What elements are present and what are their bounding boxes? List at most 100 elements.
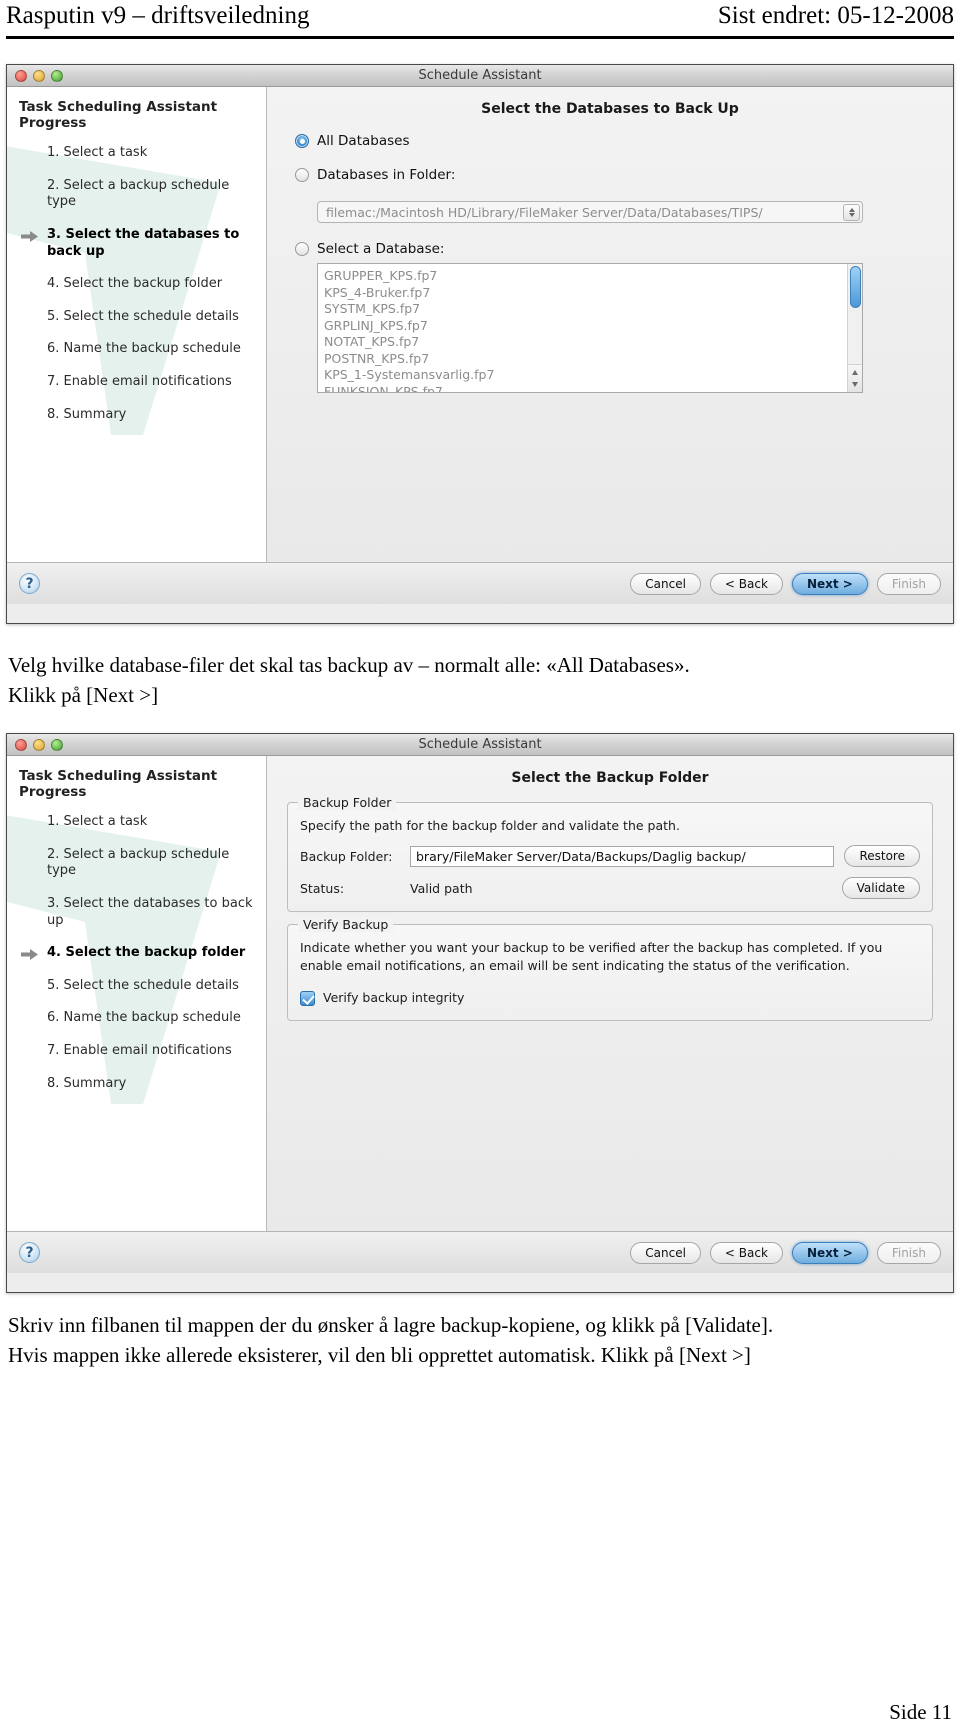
content-pane-1: Select the Databases to Back Up All Data…: [267, 87, 953, 562]
schedule-assistant-window-1: Schedule Assistant Task Scheduling Assis…: [6, 64, 954, 624]
progress-step-label: 1. Select a task: [47, 145, 148, 160]
schedule-assistant-window-2: Schedule Assistant Task Scheduling Assis…: [6, 733, 954, 1293]
folder-path-input[interactable]: filemac:/Macintosh HD/Library/FileMaker …: [317, 201, 863, 223]
backup-folder-group: Backup Folder Specify the path for the b…: [287, 795, 933, 913]
header-divider: [6, 36, 954, 39]
progress-step-label: 6. Name the backup schedule: [47, 1010, 241, 1026]
validate-button[interactable]: Validate: [841, 877, 920, 900]
window-title-2: Schedule Assistant: [418, 737, 542, 752]
path-stepper[interactable]: [843, 204, 860, 221]
scrollbar-thumb[interactable]: [850, 266, 861, 308]
verify-backup-description: Indicate whether you want your backup to…: [300, 940, 883, 974]
cancel-button[interactable]: Cancel: [630, 572, 701, 595]
progress-pane-1: Task Scheduling Assistant Progress 1. Se…: [7, 87, 267, 562]
stepper-up-icon[interactable]: [848, 208, 855, 212]
back-button[interactable]: < Back: [709, 1241, 783, 1264]
radio-select-a-database-label: Select a Database:: [317, 241, 445, 257]
database-list-scrollbar[interactable]: [847, 264, 862, 392]
list-item[interactable]: POSTNR_KPS.fp7: [324, 351, 862, 368]
radio-all-databases-icon[interactable]: [295, 134, 309, 148]
radio-all-databases-label: All Databases: [317, 133, 410, 149]
radio-databases-in-folder-label: Databases in Folder:: [317, 167, 456, 183]
restore-button[interactable]: Restore: [844, 845, 920, 868]
progress-step-label: 5. Select the schedule details: [47, 977, 239, 993]
list-item[interactable]: NOTAT_KPS.fp7: [324, 334, 862, 351]
status-label: Status:: [300, 880, 345, 896]
next-button[interactable]: Next >: [791, 1241, 868, 1264]
progress-step-label: 2. Select a backup schedule type: [47, 177, 230, 210]
caption-1-line-1: Velg hvilke database-filer det skal tas …: [8, 653, 690, 677]
progress-list-2: 1. Select a task 2. Select a backup sche…: [17, 814, 256, 1092]
progress-step-2: 2. Select a backup schedule type: [17, 178, 256, 211]
progress-step-6: 6. Name the backup schedule: [17, 1010, 256, 1027]
list-item[interactable]: GRUPPER_KPS.fp7: [324, 268, 862, 285]
database-list[interactable]: GRUPPER_KPS.fp7 KPS_4-Bruker.fp7 SYSTM_K…: [317, 263, 863, 393]
list-item[interactable]: SYSTM_KPS.fp7: [324, 301, 862, 318]
radio-databases-in-folder-icon[interactable]: [295, 168, 309, 182]
last-modified-date: Sist endret: 05-12-2008: [717, 2, 954, 29]
verify-backup-integrity-row[interactable]: Verify backup integrity: [300, 989, 920, 1007]
footer-bar-2: ? Cancel < Back Next > Finish: [7, 1231, 953, 1273]
cancel-button[interactable]: Cancel: [630, 1241, 701, 1264]
progress-step-4: 4. Select the backup folder: [17, 945, 256, 962]
progress-step-6: 6. Name the backup schedule: [17, 341, 256, 358]
progress-title-2: Task Scheduling Assistant Progress: [19, 768, 218, 800]
progress-step-label: 2. Select a backup schedule type: [47, 846, 230, 879]
radio-databases-in-folder[interactable]: Databases in Folder:: [295, 167, 939, 183]
finish-button: Finish: [876, 1241, 941, 1264]
list-item[interactable]: KPS_4-Bruker.fp7: [324, 285, 862, 302]
list-item[interactable]: GRPLINJ_KPS.fp7: [324, 318, 862, 335]
footer-bar-1: ? Cancel < Back Next > Finish: [7, 562, 953, 604]
verify-backup-group-title: Verify Backup: [298, 917, 394, 933]
progress-step-3: 3. Select the databases to back up: [17, 227, 256, 260]
list-item[interactable]: FUNKSJON_KPS.fp7: [324, 384, 862, 393]
verify-backup-group: Verify Backup Indicate whether you want …: [287, 917, 933, 1021]
verify-backup-integrity-checkbox[interactable]: [300, 990, 315, 1006]
back-button[interactable]: < Back: [709, 572, 783, 595]
progress-step-2: 2. Select a backup schedule type: [17, 847, 256, 880]
scrollbar-buttons[interactable]: [848, 364, 862, 392]
window-titlebar-1[interactable]: Schedule Assistant: [7, 65, 953, 87]
window-body-1: Task Scheduling Assistant Progress 1. Se…: [7, 87, 953, 562]
radio-all-databases[interactable]: All Databases: [295, 133, 939, 149]
footer-buttons-2: Cancel < Back Next > Finish: [630, 1241, 941, 1264]
scroll-up-icon[interactable]: [852, 370, 858, 375]
status-value: Valid path: [410, 880, 473, 896]
caption-1-line-2: Klikk på [Next >]: [8, 683, 159, 708]
folder-path-value: filemac:/Macintosh HD/Library/FileMaker …: [326, 204, 763, 220]
help-icon[interactable]: ?: [19, 1242, 40, 1263]
progress-step-5: 5. Select the schedule details: [17, 309, 256, 326]
progress-step-4: 4. Select the backup folder: [17, 276, 256, 293]
database-list-rows: GRUPPER_KPS.fp7 KPS_4-Bruker.fp7 SYSTM_K…: [318, 264, 862, 393]
progress-step-7: 7. Enable email notifications: [17, 1043, 256, 1060]
progress-step-label: 6. Name the backup schedule: [47, 341, 241, 357]
next-button[interactable]: Next >: [791, 572, 868, 595]
progress-step-1: 1. Select a task: [17, 814, 256, 831]
page-number: Side 11: [889, 1700, 952, 1724]
current-step-arrow-icon: [21, 949, 38, 961]
window-body-2: Task Scheduling Assistant Progress 1. Se…: [7, 756, 953, 1231]
radio-select-a-database[interactable]: Select a Database:: [295, 241, 939, 257]
pane-heading-2: Select the Backup Folder: [511, 770, 709, 786]
caption-2-line-1: Skriv inn filbanen til mappen der du øns…: [8, 1313, 774, 1337]
window-titlebar-2[interactable]: Schedule Assistant: [7, 734, 953, 756]
progress-step-3: 3. Select the databases to back up: [17, 896, 256, 929]
backup-folder-input[interactable]: brary/FileMaker Server/Data/Backups/Dagl…: [410, 845, 835, 867]
current-step-arrow-icon: [21, 230, 38, 242]
progress-list-1: 1. Select a task 2. Select a backup sche…: [17, 145, 256, 423]
backup-folder-label: Backup Folder:: [300, 848, 393, 864]
scroll-down-icon[interactable]: [852, 382, 858, 387]
stepper-down-icon[interactable]: [848, 213, 855, 217]
backup-folder-row: Backup Folder: brary/FileMaker Server/Da…: [300, 845, 920, 868]
progress-step-7: 7. Enable email notifications: [17, 374, 256, 391]
progress-title-1: Task Scheduling Assistant Progress: [19, 99, 218, 131]
list-item[interactable]: KPS_1-Systemansvarlig.fp7: [324, 367, 862, 384]
progress-step-label: 3. Select the databases to back up: [47, 895, 253, 928]
page-header: Rasputin v9 – driftsveiledning Sist endr…: [6, 2, 954, 30]
caption-1: Velg hvilke database-filer det skal tas …: [8, 650, 952, 711]
progress-step-label: 4. Select the backup folder: [47, 945, 246, 961]
progress-step-label: 3. Select the databases to back up: [47, 226, 240, 259]
caption-2: Skriv inn filbanen til mappen der du øns…: [8, 1310, 952, 1371]
radio-select-a-database-icon[interactable]: [295, 242, 309, 256]
help-icon[interactable]: ?: [19, 573, 40, 594]
